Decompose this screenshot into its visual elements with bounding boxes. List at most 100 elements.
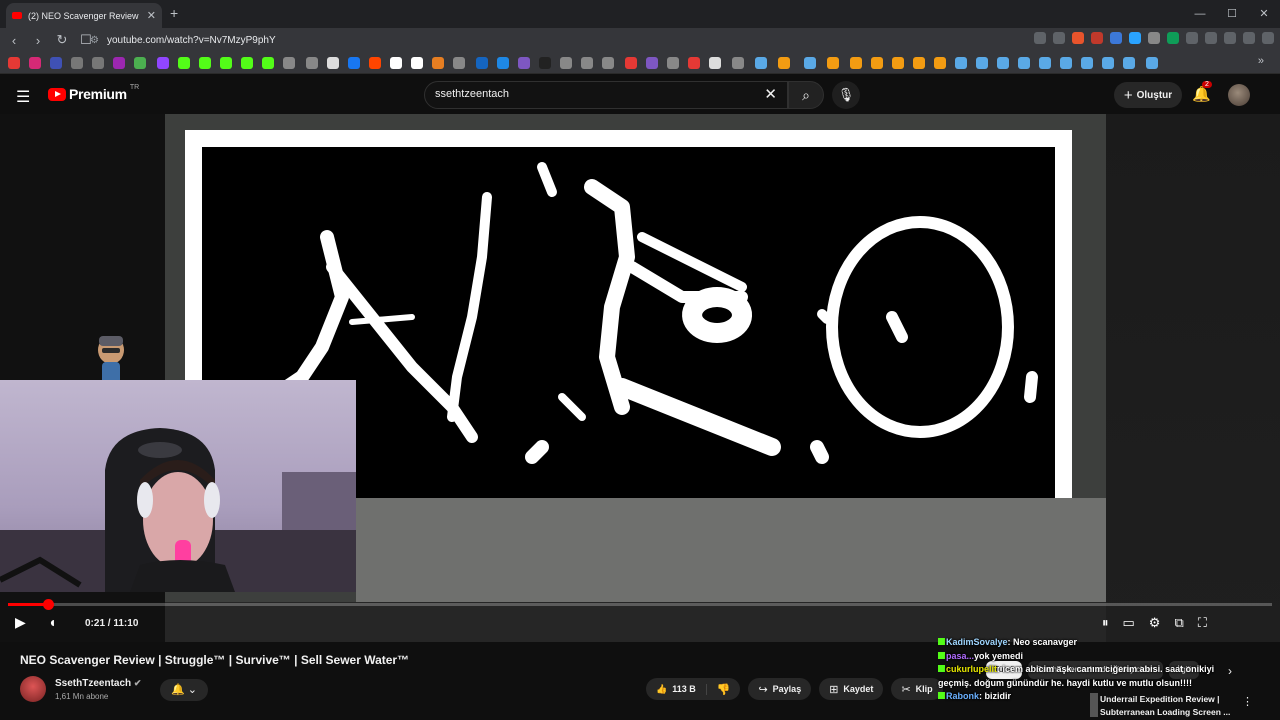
forward-button[interactable]: › [28, 33, 48, 48]
bookmark-icon[interactable] [827, 57, 839, 69]
bookmark-icon[interactable] [283, 57, 295, 69]
maximize-button[interactable]: ☐ [1216, 0, 1248, 28]
site-info-icon[interactable]: ⚙ [90, 35, 99, 46]
settings-gear-icon[interactable]: ⚙ [1149, 615, 1161, 631]
bookmark-icon[interactable] [1039, 57, 1051, 69]
bookmark-icon[interactable] [369, 57, 381, 69]
extension-icon[interactable] [1167, 32, 1179, 44]
bookmark-icon[interactable] [92, 57, 104, 69]
volume-button[interactable]: ◖ [48, 614, 56, 630]
bookmark-icon[interactable] [1146, 57, 1158, 69]
search-input[interactable] [435, 88, 755, 100]
bookmark-icon[interactable] [871, 57, 883, 69]
like-button[interactable]: 👍 113 B [646, 683, 707, 695]
play-button[interactable]: ▶ [15, 614, 26, 631]
channel-avatar[interactable] [20, 676, 46, 702]
bookmark-icon[interactable] [220, 57, 232, 69]
browser-tab[interactable]: (2) NEO Scavenger Review | Stru ✕ [6, 3, 162, 28]
extensions-puzzle-icon[interactable] [1186, 32, 1198, 44]
bookmark-icon[interactable] [955, 57, 967, 69]
dislike-button[interactable]: 👎 [707, 683, 741, 696]
cast-icon[interactable] [1034, 32, 1046, 44]
brave-shield-icon[interactable] [1072, 32, 1084, 44]
video-player[interactable]: ▶ ◖ 0:21 / 11:10 ⏸ ▭ ⚙ ⧉ ⛶ [0, 114, 1280, 642]
new-tab-button[interactable]: + [170, 5, 178, 21]
bookmark-icon[interactable] [581, 57, 593, 69]
bookmark-icon[interactable] [539, 57, 551, 69]
autoplay-toggle[interactable]: ⏸ [1102, 615, 1109, 631]
bookmark-icon[interactable] [1018, 57, 1030, 69]
subscription-notifications-button[interactable]: 🔔 ⌄ [160, 679, 208, 701]
bookmark-icon[interactable] [29, 57, 41, 69]
bookmark-icon[interactable] [709, 57, 721, 69]
bookmark-icon[interactable] [850, 57, 862, 69]
bookmark-icon[interactable] [755, 57, 767, 69]
back-button[interactable]: ‹ [4, 33, 24, 48]
menu-icon[interactable]: ☰ [16, 87, 30, 107]
bookmark-icon[interactable] [625, 57, 637, 69]
bookmark-icon[interactable] [688, 57, 700, 69]
extension-icon[interactable] [1148, 32, 1160, 44]
profile-icon[interactable] [1243, 32, 1255, 44]
miniplayer-button[interactable]: ⧉ [1174, 615, 1183, 631]
sidebar-icon[interactable] [1205, 32, 1217, 44]
reload-button[interactable]: ↻ [52, 32, 72, 48]
url-field[interactable]: ⚙ youtube.com/watch?v=Nv7MzyP9phY [90, 31, 990, 49]
bookmark-icon[interactable] [560, 57, 572, 69]
bookmark-icon[interactable] [804, 57, 816, 69]
bookmark-icon[interactable] [476, 57, 488, 69]
bookmark-icon[interactable] [157, 57, 169, 69]
notifications-button[interactable]: 🔔 2 [1192, 81, 1212, 103]
bookmark-icon[interactable] [178, 57, 190, 69]
bookmark-icon[interactable] [390, 57, 402, 69]
extension-icon[interactable] [1110, 32, 1122, 44]
bookmark-icon[interactable] [432, 57, 444, 69]
bookmark-icon[interactable] [497, 57, 509, 69]
bookmarks-overflow-button[interactable]: » [1258, 55, 1264, 67]
bookmark-icon[interactable] [327, 57, 339, 69]
bookmark-icon[interactable] [1081, 57, 1093, 69]
bookmark-icon[interactable] [411, 57, 423, 69]
minimize-button[interactable]: — [1184, 0, 1216, 28]
bookmark-icon[interactable] [348, 57, 360, 69]
bookmark-icon[interactable] [453, 57, 465, 69]
account-avatar[interactable] [1228, 84, 1250, 106]
create-button[interactable]: + Oluştur [1114, 82, 1182, 108]
bookmark-icon[interactable] [778, 57, 790, 69]
bookmark-icon[interactable] [997, 57, 1009, 69]
bookmark-icon[interactable] [646, 57, 658, 69]
youtube-premium-logo[interactable]: Premium TR [48, 84, 139, 102]
bookmark-icon[interactable] [71, 57, 83, 69]
share-button[interactable]: ↪ Paylaş [748, 678, 812, 700]
fullscreen-button[interactable]: ⛶ [1198, 615, 1207, 631]
bookmark-icon[interactable] [241, 57, 253, 69]
bookmark-icon[interactable] [199, 57, 211, 69]
bookmark-icon[interactable] [518, 57, 530, 69]
bookmark-icon[interactable] [976, 57, 988, 69]
voice-search-button[interactable]: 🎙 [832, 81, 860, 109]
bookmark-icon[interactable] [1123, 57, 1135, 69]
bookmark-icon[interactable] [1060, 57, 1072, 69]
bookmark-icon[interactable] [934, 57, 946, 69]
tab-close-icon[interactable]: ✕ [147, 9, 156, 22]
bookmark-icon[interactable] [892, 57, 904, 69]
bookmark-icon[interactable] [262, 57, 274, 69]
channel-name[interactable]: SsethTzeentach ✔ [55, 678, 141, 689]
share-icon[interactable] [1053, 32, 1065, 44]
progress-bar[interactable] [8, 599, 1272, 610]
extension-icon[interactable] [1091, 32, 1103, 44]
clear-search-icon[interactable]: ✕ [764, 85, 777, 103]
bookmark-icon[interactable] [8, 57, 20, 69]
bookmark-icon[interactable] [913, 57, 925, 69]
bookmark-icon[interactable] [113, 57, 125, 69]
bookmark-folder-icon[interactable] [732, 57, 744, 69]
extension-icon[interactable] [1129, 32, 1141, 44]
search-button[interactable]: ⌕ [788, 81, 824, 109]
bookmark-icon[interactable] [50, 57, 62, 69]
browser-menu-icon[interactable] [1262, 32, 1274, 44]
save-button[interactable]: ⊞ Kaydet [819, 678, 884, 700]
bookmark-icon[interactable] [134, 57, 146, 69]
playlist-icon[interactable] [1224, 32, 1236, 44]
bookmark-icon[interactable] [667, 57, 679, 69]
clip-button[interactable]: ✂ Klip [891, 678, 943, 700]
